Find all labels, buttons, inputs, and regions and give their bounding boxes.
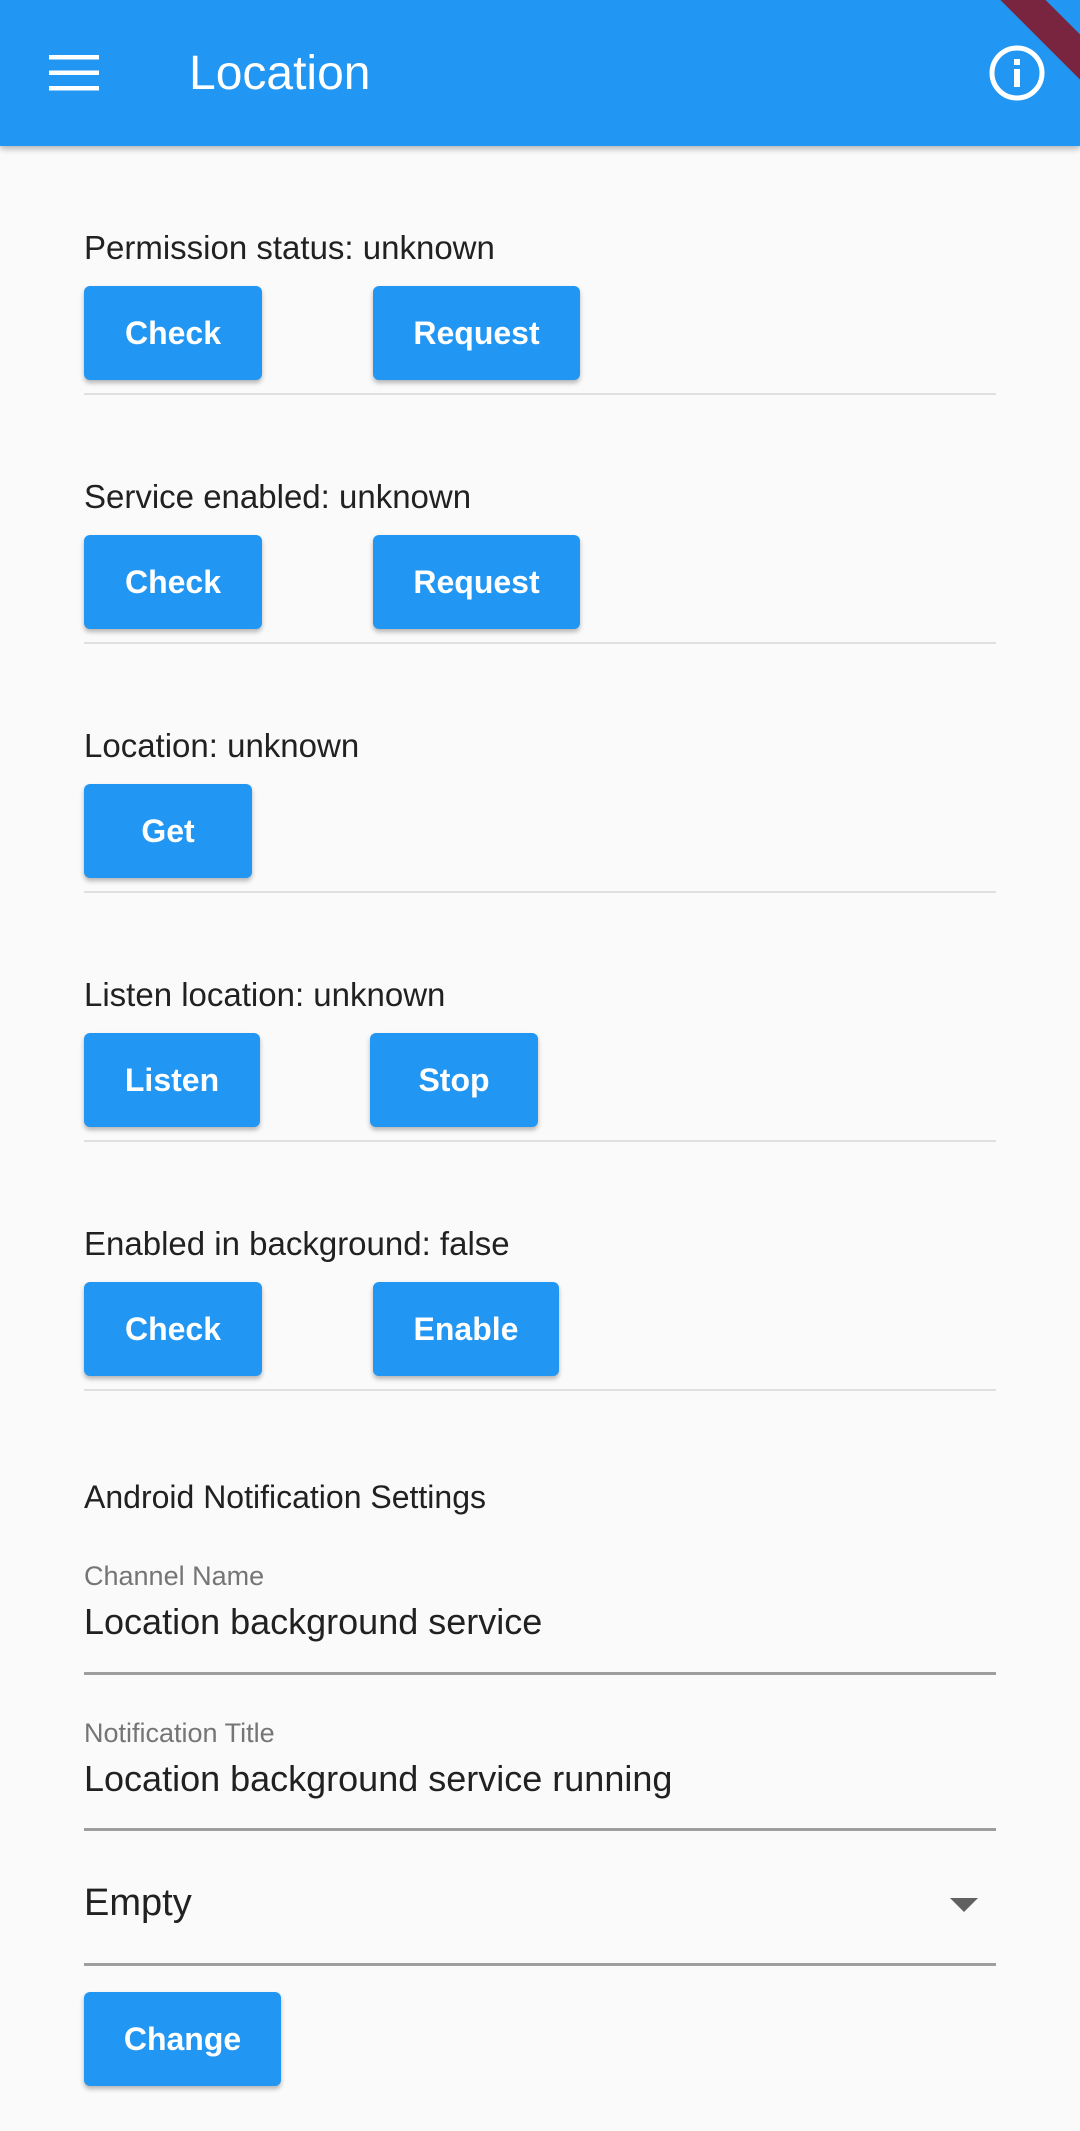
notification-title-input[interactable]: Location background service running xyxy=(84,1756,672,1802)
dropdown-arrow-icon xyxy=(950,1898,978,1912)
check-background-button[interactable]: Check xyxy=(84,1282,262,1376)
enable-background-button[interactable]: Enable xyxy=(373,1282,559,1376)
permission-status-section: Permission status: unknown Check Request xyxy=(84,146,996,395)
channel-name-input[interactable]: Location background service xyxy=(84,1599,542,1645)
icon-dropdown[interactable]: Empty xyxy=(84,1860,996,1966)
listen-location-label: Listen location: unknown xyxy=(84,976,446,1013)
channel-name-label: Channel Name xyxy=(84,1561,265,1591)
info-icon xyxy=(989,45,1045,101)
check-permission-button[interactable]: Check xyxy=(84,286,262,380)
field-underline xyxy=(84,1828,996,1831)
app-bar: Location xyxy=(0,0,1080,146)
listen-location-section: Listen location: unknown Listen Stop xyxy=(84,893,996,1142)
permission-status-label: Permission status: unknown xyxy=(84,229,495,266)
get-location-button[interactable]: Get xyxy=(84,784,252,878)
location-section: Location: unknown Get xyxy=(84,644,996,893)
change-button[interactable]: Change xyxy=(84,1992,281,2086)
background-section: Enabled in background: false Check Enabl… xyxy=(84,1142,996,1391)
check-service-button[interactable]: Check xyxy=(84,535,262,629)
page-title: Location xyxy=(189,47,371,100)
background-label: Enabled in background: false xyxy=(84,1225,510,1262)
menu-button[interactable] xyxy=(24,33,124,113)
menu-icon xyxy=(49,55,99,91)
dropdown-underline xyxy=(84,1963,996,1966)
notification-title-field[interactable]: Notification Title Location background s… xyxy=(84,1716,996,1832)
field-underline xyxy=(84,1672,996,1675)
notification-title-label: Notification Title xyxy=(84,1718,275,1748)
channel-name-field[interactable]: Channel Name Location background service xyxy=(84,1559,996,1675)
request-service-button[interactable]: Request xyxy=(373,535,580,629)
service-enabled-label: Service enabled: unknown xyxy=(84,478,472,515)
service-enabled-section: Service enabled: unknown Check Request xyxy=(84,395,996,644)
notification-settings-heading: Android Notification Settings xyxy=(84,1479,486,1515)
listen-button[interactable]: Listen xyxy=(84,1033,260,1127)
dropdown-selected-value: Empty xyxy=(84,1882,192,1924)
location-label: Location: unknown xyxy=(84,727,360,764)
divider xyxy=(84,1389,996,1391)
main-content: Permission status: unknown Check Request… xyxy=(84,146,996,1391)
stop-button[interactable]: Stop xyxy=(370,1033,538,1127)
request-permission-button[interactable]: Request xyxy=(373,286,580,380)
